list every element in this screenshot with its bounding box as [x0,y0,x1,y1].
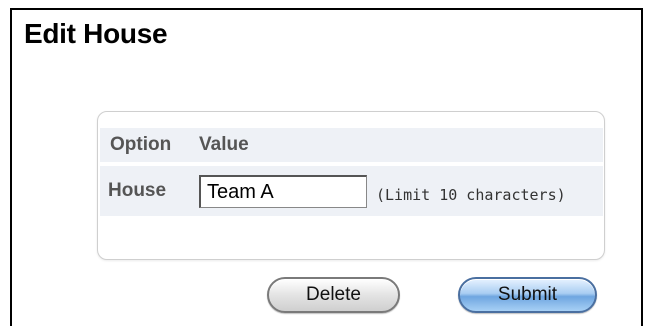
option-column-header: Option [110,134,172,155]
delete-button[interactable]: Delete [267,277,400,313]
house-name-input[interactable] [199,175,367,208]
character-limit-hint: (Limit 10 characters) [376,186,566,204]
submit-button[interactable]: Submit [458,277,597,313]
table-header-row [100,128,603,162]
house-label: House [108,180,167,201]
page-title: Edit House [24,18,168,49]
value-column-header: Value [199,134,249,155]
